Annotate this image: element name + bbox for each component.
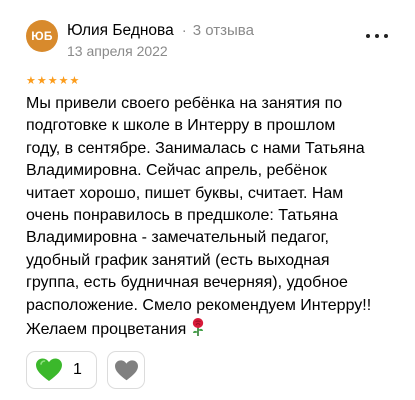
gray-heart-icon — [114, 359, 138, 380]
review-text-line: году, в сентябре. Занималась с нами Тать… — [26, 139, 365, 157]
star-icon: ★ — [36, 75, 47, 87]
like-count: 1 — [73, 361, 82, 378]
review-text-line: Владимировна. Сейчас апрель, ребёнок — [26, 162, 327, 180]
review-text-line: подготовке к школе в Интерру в прошлом — [26, 117, 336, 135]
rose-icon — [193, 318, 204, 337]
avatar[interactable]: ЮБ — [26, 20, 58, 52]
like-button[interactable]: 1 — [26, 351, 97, 389]
author-name[interactable]: Юлия Беднова — [67, 22, 174, 40]
star-icon: ★ — [58, 75, 69, 87]
star-icon: ★ — [26, 75, 36, 87]
review-text-line: читает хорошо, пишет буквы, считает. Нам — [26, 184, 344, 202]
more-dot-icon — [384, 34, 388, 38]
review-text: Мы привели своего ребёнка на занятия по … — [26, 93, 406, 341]
review-card: ЮБ Юлия Беднова · 3 отзыва 13 апреля 202… — [0, 0, 415, 400]
review-text-line: Владимировна - замечательный педагог, — [26, 229, 329, 247]
review-text-line: удобный график занятий (есть выходная — [26, 251, 330, 269]
more-options-button[interactable] — [366, 26, 388, 46]
dislike-button[interactable] — [107, 351, 145, 389]
review-header: Юлия Беднова · 3 отзыва — [67, 22, 254, 40]
star-icon: ★ — [47, 75, 58, 87]
author-reviews-count: 3 отзыва — [192, 22, 254, 39]
review-text-line: расположение. Смело рекомендуем Интерру!… — [26, 296, 372, 314]
green-heart-icon — [36, 358, 62, 381]
more-dot-icon — [366, 34, 370, 38]
review-text-line: очень понравилось в предшколе: Татьяна — [26, 207, 338, 225]
star-icon: ★ — [69, 75, 80, 87]
review-text-last-line: Желаем процветания — [26, 317, 406, 341]
separator-dot: · — [181, 22, 187, 39]
review-text-line: Желаем процветания — [26, 321, 187, 339]
more-dot-icon — [375, 34, 379, 38]
review-text-line: Мы привели своего ребёнка на занятия по — [26, 95, 343, 112]
review-date: 13 апреля 2022 — [67, 43, 168, 59]
review-text-line: группа, есть будничная вечерняя), удобно… — [26, 274, 348, 292]
rating-stars: ★ ★ ★ ★ ★ — [26, 75, 79, 87]
